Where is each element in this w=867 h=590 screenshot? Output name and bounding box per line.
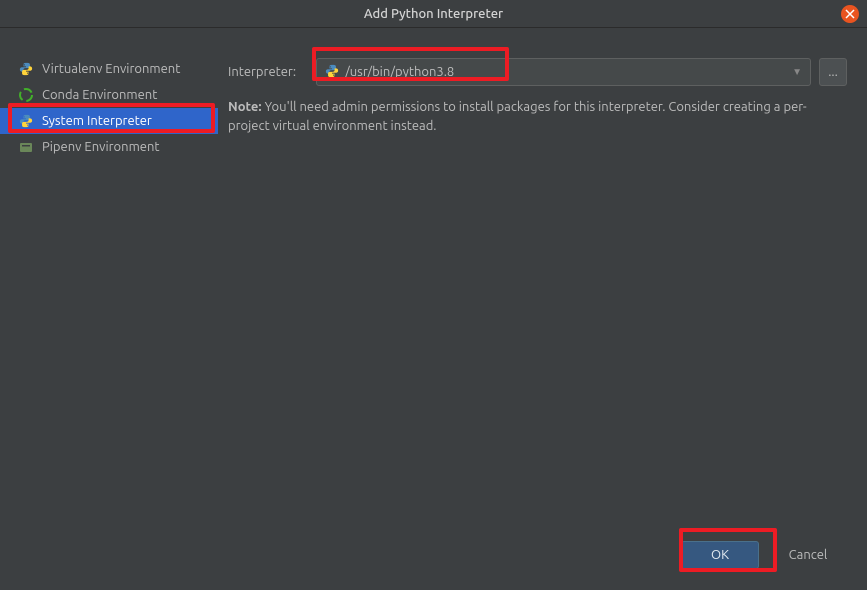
interpreter-row: Interpreter: /usr/bin/python3.8 ▼ ... [228,58,847,86]
sidebar-item-label: System Interpreter [42,114,152,128]
interpreter-value: /usr/bin/python3.8 [345,65,786,79]
dialog-title: Add Python Interpreter [364,7,503,21]
cancel-label: Cancel [789,548,828,562]
sidebar-item-system[interactable]: System Interpreter [0,108,218,134]
python-icon [18,61,34,77]
ok-label: OK [711,548,729,562]
note-text: Note: You'll need admin permissions to i… [228,98,847,136]
sidebar-item-conda[interactable]: Conda Environment [0,82,218,108]
main-panel: Interpreter: /usr/bin/python3.8 ▼ ... No… [218,28,867,540]
sidebar-item-label: Conda Environment [42,88,157,102]
footer: OK Cancel [661,530,867,580]
note-prefix: Note: [228,100,262,114]
titlebar: Add Python Interpreter [0,0,867,28]
sidebar: Virtualenv Environment Conda Environment… [0,28,218,540]
interpreter-select[interactable]: /usr/bin/python3.8 ▼ [316,58,811,86]
close-icon [845,9,855,19]
sidebar-item-pipenv[interactable]: Pipenv Environment [0,134,218,160]
conda-icon [18,87,34,103]
python-icon [325,64,339,81]
chevron-down-icon: ▼ [792,66,802,78]
sidebar-item-label: Pipenv Environment [42,140,160,154]
ok-button[interactable]: OK [681,541,759,569]
browse-button[interactable]: ... [819,58,847,86]
content-area: Virtualenv Environment Conda Environment… [0,28,867,540]
browse-label: ... [828,65,838,79]
sidebar-item-virtualenv[interactable]: Virtualenv Environment [0,56,218,82]
interpreter-label: Interpreter: [228,65,308,79]
note-body: You'll need admin permissions to install… [228,100,807,133]
python-icon [18,113,34,129]
close-button[interactable] [841,5,859,23]
cancel-button[interactable]: Cancel [769,541,847,569]
pipenv-icon [18,139,34,155]
sidebar-item-label: Virtualenv Environment [42,62,180,76]
